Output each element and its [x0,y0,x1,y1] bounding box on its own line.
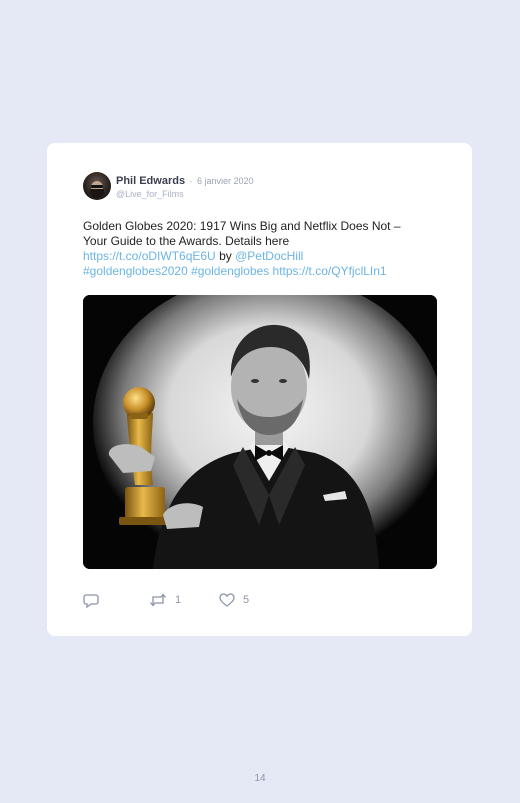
retweet-count: 1 [175,594,182,606]
page-number: 14 [254,773,266,784]
page: Phil Edwards · 6 janvier 2020 @Live_for_… [0,0,520,803]
author-handle[interactable]: @Live_for_Films [116,188,254,201]
avatar-sunglasses [91,185,103,188]
tweet-date[interactable]: 6 janvier 2020 [197,176,254,186]
date-separator: · [189,176,193,186]
retweet-icon [150,593,166,607]
host-portrait-illustration [83,295,437,569]
tweet-card: Phil Edwards · 6 janvier 2020 @Live_for_… [47,143,472,636]
retweet-button[interactable]: 1 [149,593,219,607]
avatar-beard [90,189,104,198]
tweet-text: Golden Globes 2020: 1917 Wins Big and Ne… [83,219,443,279]
tweet-header: Phil Edwards · 6 janvier 2020 @Live_for_… [83,172,254,202]
hashtag-goldenglobes[interactable]: #goldenglobes [191,264,269,278]
hashtag-goldenglobes2020[interactable]: #goldenglobes2020 [83,264,188,278]
tweet-link-2[interactable]: https://t.co/QYfjclLIn1 [273,264,387,278]
reply-icon [83,593,99,608]
tweet-link-1[interactable]: https://t.co/oDIWT6qE6U [83,249,216,263]
author-info: Phil Edwards · 6 janvier 2020 @Live_for_… [116,173,254,201]
like-button[interactable]: 5 [219,593,249,607]
heart-icon [219,593,235,607]
tweet-actions: 1 5 [83,592,249,608]
avatar[interactable] [83,172,111,200]
like-count: 5 [243,594,250,606]
reply-button[interactable] [83,593,149,608]
by-text: by [219,249,232,263]
author-name[interactable]: Phil Edwards [116,175,185,187]
mention-link[interactable]: @PetDocHill [235,249,303,263]
tweet-image[interactable] [83,295,437,569]
tweet-text-line1: Golden Globes 2020: 1917 Wins Big and Ne… [83,219,401,233]
tweet-text-line2: Your Guide to the Awards. Details here [83,234,290,248]
